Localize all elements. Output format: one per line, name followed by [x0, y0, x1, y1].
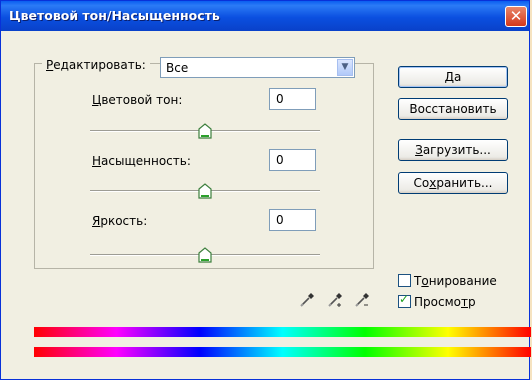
saturation-slider-thumb[interactable]: [198, 183, 212, 199]
colorize-checkbox-row[interactable]: Тонирование: [398, 274, 497, 288]
result-color-spectrum: [34, 347, 531, 357]
hue-input[interactable]: 0: [269, 88, 316, 110]
source-color-spectrum: [34, 327, 531, 337]
close-icon: ✕: [509, 7, 523, 25]
saturation-input[interactable]: 0: [269, 149, 316, 171]
preview-label: Просмотр: [414, 295, 476, 309]
edit-channel-value: Все: [166, 61, 189, 75]
close-button[interactable]: ✕: [505, 6, 527, 27]
checkmark-icon: ✓: [399, 292, 410, 306]
dialog-title: Цветовой тон/Насыщенность: [9, 8, 220, 23]
preview-checkbox[interactable]: ✓: [398, 292, 411, 308]
eyedropper-minus-icon[interactable]: [354, 290, 372, 308]
reset-button[interactable]: Восстановить: [398, 98, 508, 120]
lightness-label: Яркость:: [92, 214, 148, 228]
edit-label: Редактировать:: [42, 58, 150, 72]
load-button[interactable]: Загрузить...: [398, 139, 508, 161]
hue-label: Цветовой тон:: [92, 93, 183, 107]
edit-channel-select[interactable]: Все ▼: [160, 57, 355, 78]
save-button[interactable]: Сохранить...: [398, 172, 508, 194]
colorize-label: Тонирование: [414, 274, 497, 288]
colorize-checkbox[interactable]: [398, 274, 411, 287]
ok-button[interactable]: Да: [398, 66, 508, 88]
lightness-input[interactable]: 0: [269, 209, 316, 231]
dropdown-arrow-icon[interactable]: ▼: [337, 59, 353, 76]
eyedropper-plus-icon[interactable]: [327, 290, 345, 308]
preview-checkbox-row[interactable]: ✓ Просмотр: [398, 292, 476, 309]
eyedropper-icon[interactable]: [299, 290, 317, 308]
title-bar[interactable]: Цветовой тон/Насыщенность ✕: [1, 1, 529, 31]
lightness-slider-thumb[interactable]: [198, 247, 212, 263]
edit-group-box: [34, 63, 374, 269]
hue-slider-thumb[interactable]: [198, 123, 212, 139]
saturation-label: Насыщенность:: [92, 154, 191, 168]
